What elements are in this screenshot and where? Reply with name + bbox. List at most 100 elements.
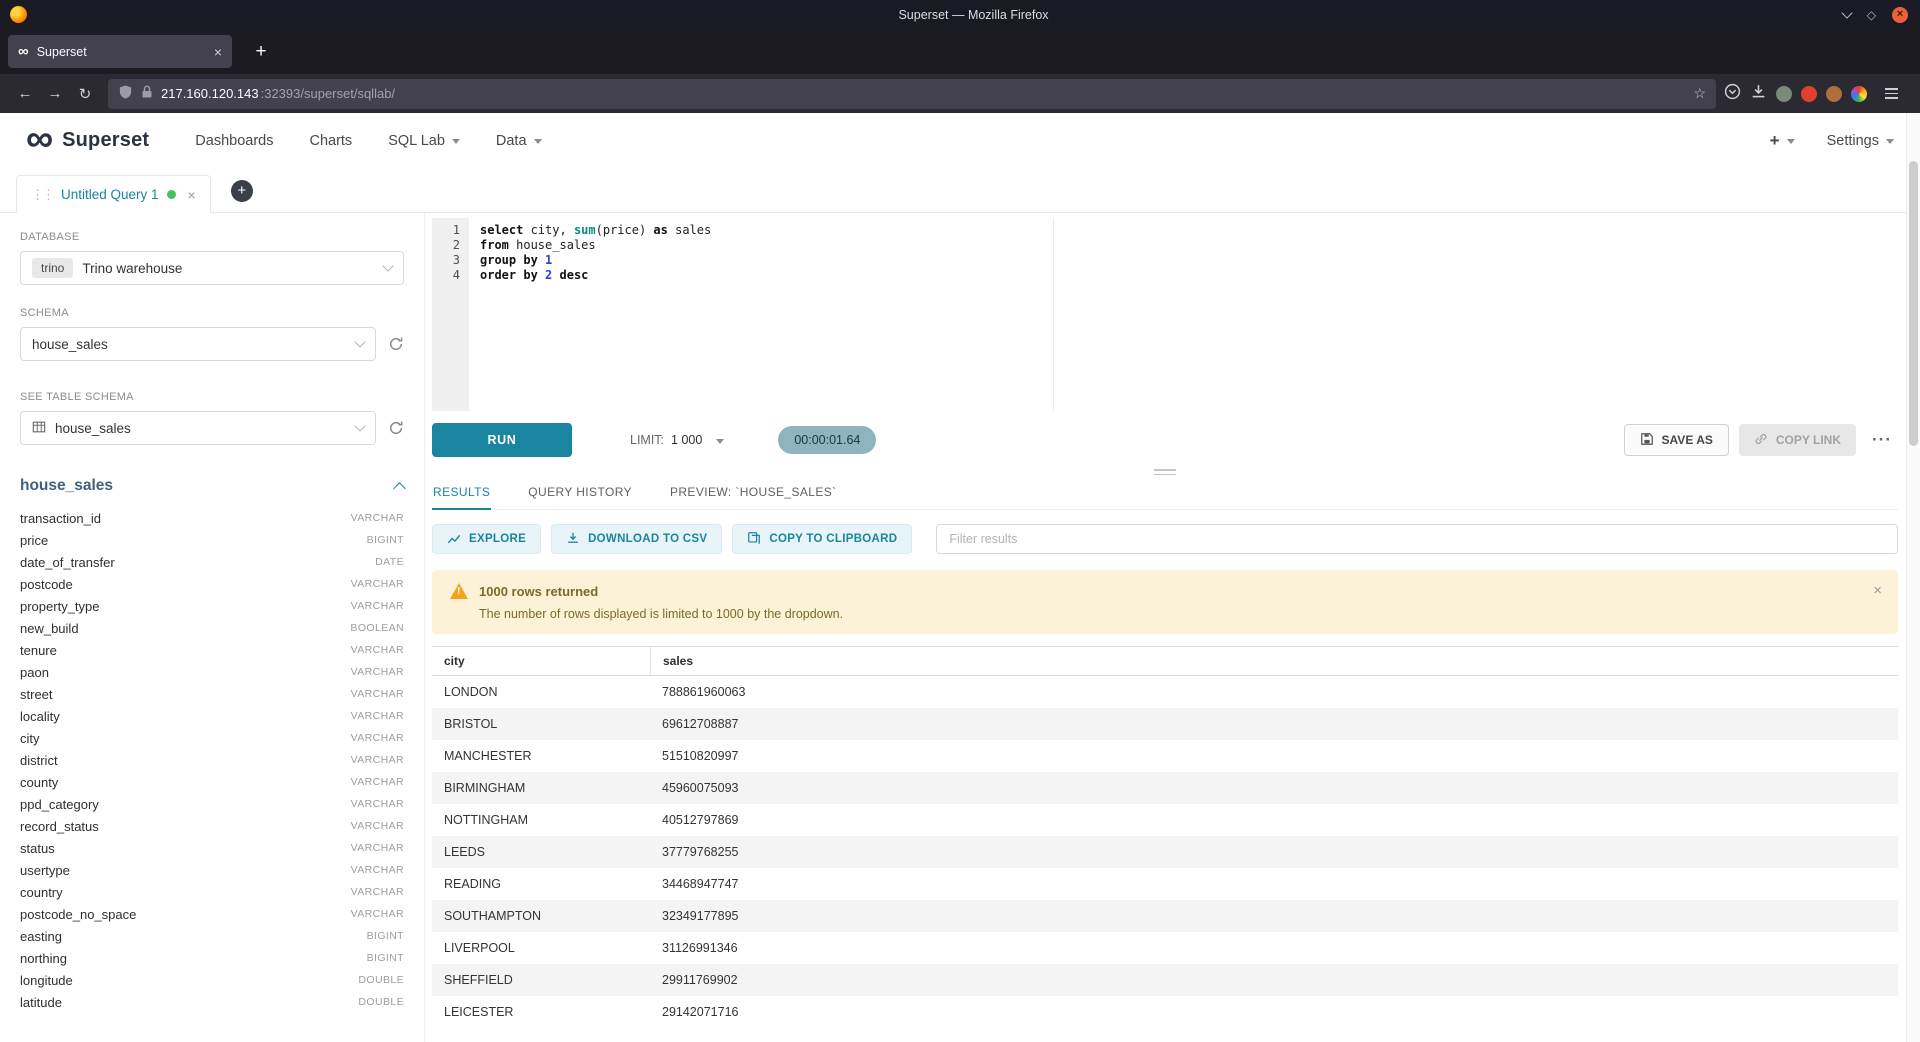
table-column-row[interactable]: city VARCHAR [20, 727, 404, 749]
explore-button[interactable]: EXPLORE [432, 524, 541, 554]
new-tab-button[interactable]: + [246, 37, 276, 67]
table-column-row[interactable]: longitude DOUBLE [20, 969, 404, 991]
copy-link-button[interactable]: COPY LINK [1739, 424, 1856, 456]
table-column-row[interactable]: postcode VARCHAR [20, 573, 404, 595]
limit-dropdown[interactable]: LIMIT: 1 000 [630, 433, 724, 447]
downloads-icon[interactable] [1750, 83, 1767, 105]
tracking-shield-icon[interactable] [118, 84, 133, 103]
table-row[interactable]: LIVERPOOL 31126991346 [432, 932, 1898, 964]
collapse-table-icon[interactable] [393, 482, 406, 495]
table-row[interactable]: LONDON 788861960063 [432, 676, 1898, 708]
table-column-row[interactable]: status VARCHAR [20, 837, 404, 859]
settings-menu[interactable]: Settings [1827, 133, 1894, 149]
column-name: tenure [20, 643, 57, 658]
bookmark-star-icon[interactable]: ☆ [1693, 85, 1706, 102]
table-column-row[interactable]: latitude DOUBLE [20, 991, 404, 1013]
sql-code[interactable]: select city, sum(price) as salesfrom hou… [469, 218, 1898, 411]
nav-charts[interactable]: Charts [309, 133, 352, 149]
table-column-row[interactable]: record_status VARCHAR [20, 815, 404, 837]
more-actions-icon[interactable]: ··· [1866, 430, 1898, 450]
table-column-row[interactable]: country VARCHAR [20, 881, 404, 903]
extension-icon[interactable] [1776, 86, 1792, 102]
table-column-row[interactable]: paon VARCHAR [20, 661, 404, 683]
table-column-row[interactable]: locality VARCHAR [20, 705, 404, 727]
table-column-row[interactable]: street VARCHAR [20, 683, 404, 705]
table-row[interactable]: SHEFFIELD 29911769902 [432, 964, 1898, 996]
header-city[interactable]: city [432, 647, 650, 675]
schema-select[interactable]: house_sales [20, 327, 376, 361]
extension-icon[interactable] [1851, 86, 1867, 102]
table-row[interactable]: BIRMINGHAM 45960075093 [432, 772, 1898, 804]
alert-title: 1000 rows returned [479, 584, 598, 599]
forward-icon[interactable]: → [40, 80, 70, 108]
save-as-button[interactable]: SAVE AS [1624, 424, 1729, 456]
refresh-table-icon[interactable] [388, 420, 404, 436]
column-type: VARCHAR [351, 908, 404, 920]
add-new-button[interactable]: + [1770, 131, 1795, 151]
cell-sales: 51510820997 [650, 749, 1898, 763]
table-column-row[interactable]: easting BIGINT [20, 925, 404, 947]
query-tab-close-icon[interactable]: × [188, 187, 196, 203]
tab-close-icon[interactable]: × [214, 44, 222, 60]
menu-icon[interactable] [1876, 80, 1906, 108]
filter-results-input[interactable] [936, 524, 1898, 554]
table-row[interactable]: MANCHESTER 51510820997 [432, 740, 1898, 772]
caret-down-icon [452, 139, 460, 144]
table-column-row[interactable]: date_of_transfer DATE [20, 551, 404, 573]
table-row[interactable]: LEEDS 37779768255 [432, 836, 1898, 868]
window-maximize-icon[interactable]: ◇ [1867, 8, 1876, 22]
cell-sales: 69612708887 [650, 717, 1898, 731]
tab-query-history[interactable]: QUERY HISTORY [527, 479, 633, 509]
database-select[interactable]: trino Trino warehouse [20, 251, 404, 285]
table-column-row[interactable]: ppd_category VARCHAR [20, 793, 404, 815]
table-column-row[interactable]: new_build BOOLEAN [20, 617, 404, 639]
adblock-extension-icon[interactable] [1801, 86, 1817, 102]
table-column-row[interactable]: tenure VARCHAR [20, 639, 404, 661]
browser-tab[interactable]: ∞ Superset × [8, 35, 232, 68]
window-close-icon[interactable]: × [1892, 7, 1908, 23]
pocket-icon[interactable] [1724, 83, 1741, 105]
page-scrollbar[interactable] [1906, 113, 1920, 1042]
nav-data[interactable]: Data [496, 133, 542, 149]
table-column-row[interactable]: price BIGINT [20, 529, 404, 551]
table-row[interactable]: SOUTHAMPTON 32349177895 [432, 900, 1898, 932]
back-icon[interactable]: ← [10, 80, 40, 108]
lock-icon[interactable] [141, 85, 153, 102]
query-timer-badge: 00:00:01.64 [778, 426, 876, 454]
sql-editor[interactable]: 1234 select city, sum(price) as salesfro… [432, 218, 1898, 411]
table-row[interactable]: BRISTOL 69612708887 [432, 708, 1898, 740]
table-row[interactable]: LEICESTER 29142071716 [432, 996, 1898, 1028]
cell-city: READING [432, 877, 650, 891]
window-minimize-icon[interactable] [1841, 7, 1852, 18]
table-column-row[interactable]: postcode_no_space VARCHAR [20, 903, 404, 925]
download-csv-button[interactable]: DOWNLOAD TO CSV [551, 524, 722, 554]
pane-resize-handle[interactable] [432, 465, 1898, 479]
refresh-schema-icon[interactable] [388, 336, 404, 352]
table-column-row[interactable]: property_type VARCHAR [20, 595, 404, 617]
run-button[interactable]: RUN [432, 423, 572, 457]
table-column-row[interactable]: usertype VARCHAR [20, 859, 404, 881]
extension-icon[interactable] [1826, 86, 1842, 102]
add-query-tab-button[interactable]: + [231, 180, 253, 202]
editor-print-margin [1053, 218, 1054, 411]
nav-sql-lab[interactable]: SQL Lab [388, 133, 460, 149]
scrollbar-thumb[interactable] [1909, 161, 1918, 446]
query-tab-active[interactable]: ⋮⋮ Untitled Query 1 × [16, 175, 211, 213]
reload-icon[interactable]: ↻ [70, 80, 100, 108]
table-element-title[interactable]: house_sales [20, 477, 113, 495]
nav-dashboards[interactable]: Dashboards [195, 133, 273, 149]
superset-brand[interactable]: ∞ Superset [26, 124, 149, 158]
table-row[interactable]: NOTTINGHAM 40512797869 [432, 804, 1898, 836]
table-column-row[interactable]: district VARCHAR [20, 749, 404, 771]
tab-results[interactable]: RESULTS [432, 479, 491, 510]
url-bar[interactable]: 217.160.120.143 :32393/superset/sqllab/ … [108, 79, 1716, 109]
header-sales[interactable]: sales [650, 647, 1898, 675]
copy-clipboard-button[interactable]: COPY TO CLIPBOARD [732, 524, 912, 554]
alert-close-icon[interactable]: × [1873, 582, 1882, 599]
tab-preview-house-sales[interactable]: PREVIEW: `HOUSE_SALES` [669, 479, 838, 509]
table-column-row[interactable]: transaction_id VARCHAR [20, 507, 404, 529]
table-column-row[interactable]: county VARCHAR [20, 771, 404, 793]
table-schema-select[interactable]: house_sales [20, 411, 376, 445]
table-row[interactable]: READING 34468947747 [432, 868, 1898, 900]
table-column-row[interactable]: northing BIGINT [20, 947, 404, 969]
